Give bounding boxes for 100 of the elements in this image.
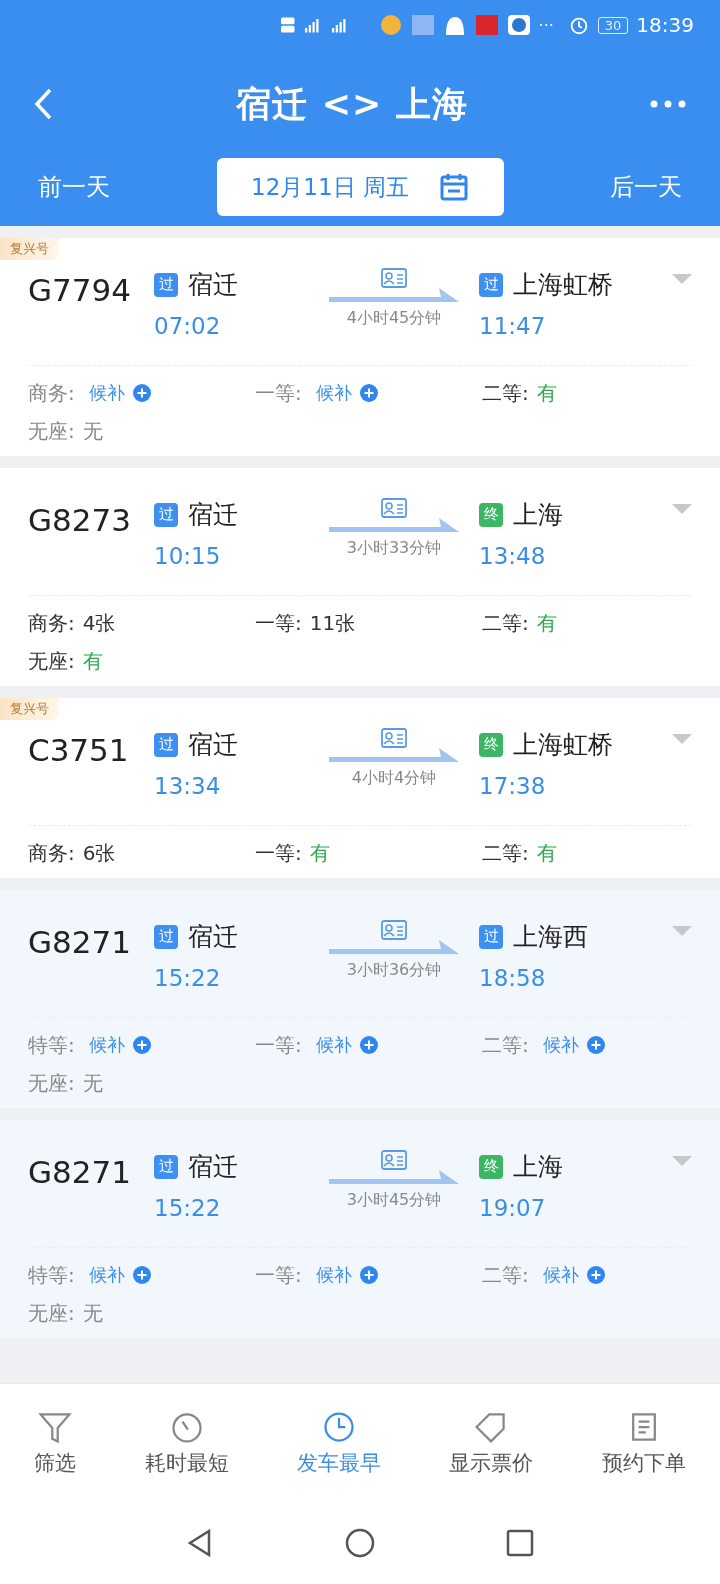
id-card-icon — [381, 728, 407, 748]
station-name: 宿迁 — [188, 1151, 238, 1183]
train-card[interactable]: 复兴号 G7794 过 宿迁 07:02 4小时45分钟 过 上海虹桥 11:47 商务: 候补 一等: 候补 二等: 有 无座: 无 — [0, 238, 720, 456]
add-icon[interactable] — [132, 384, 151, 402]
station-name: 上海虹桥 — [513, 729, 613, 761]
seat-class: 一等: — [255, 1031, 302, 1059]
back-icon[interactable] — [34, 87, 54, 121]
station-tag: 过 — [154, 502, 178, 527]
id-card-icon — [381, 268, 407, 288]
departure-time: 10:15 — [154, 543, 222, 569]
train-number: G8273 — [28, 502, 132, 538]
calendar-icon — [438, 172, 469, 202]
more-notifications: ··· — [538, 15, 554, 35]
add-icon[interactable] — [359, 1036, 378, 1054]
more-icon[interactable] — [650, 100, 686, 108]
seat-class: 特等: — [28, 1261, 75, 1289]
seat-availability: 无 — [82, 1069, 103, 1097]
square-app-icon — [410, 13, 435, 37]
train-number: G7794 — [28, 272, 132, 308]
home-nav-icon[interactable] — [345, 1528, 375, 1558]
add-icon[interactable] — [586, 1266, 605, 1284]
seat-availability: 候补 — [315, 381, 352, 405]
sort-filter-button[interactable]: 筛选 — [28, 1408, 83, 1478]
departure-time: 13:34 — [154, 773, 222, 799]
station-tag: 终 — [479, 502, 503, 527]
duration: 4小时45分钟 — [346, 308, 442, 329]
id-card-icon — [381, 1150, 407, 1170]
add-icon[interactable] — [359, 1266, 378, 1284]
seat-class: 商务: — [28, 609, 75, 637]
seat-availability: 有 — [536, 609, 557, 637]
sort-filter-button[interactable]: 预约下单 — [595, 1408, 692, 1478]
seat-class: 二等: — [482, 609, 529, 637]
station-name: 上海 — [513, 499, 563, 531]
train-type-tag: 复兴号 — [0, 698, 59, 720]
train-number: G8271 — [28, 1154, 132, 1190]
seat-class: 一等: — [255, 609, 302, 637]
seat-class: 二等: — [482, 1261, 529, 1289]
train-number: C3751 — [28, 732, 130, 768]
seat-class: 商务: — [28, 839, 75, 867]
train-card[interactable]: G8271 过 宿迁 15:22 3小时36分钟 过 上海西 18:58 特等: 候补 一等: 候补 二等: 候补 无座: 无 — [0, 890, 720, 1108]
add-icon[interactable] — [132, 1266, 151, 1284]
seat-availability: 候补 — [88, 1033, 125, 1057]
station-tag: 终 — [479, 1154, 503, 1179]
station-name: 宿迁 — [188, 729, 238, 761]
seat-class: 特等: — [28, 1031, 75, 1059]
add-icon[interactable] — [359, 384, 378, 402]
station-tag: 终 — [479, 732, 503, 757]
seat-availability: 有 — [309, 839, 330, 867]
duration: 3小时45分钟 — [346, 1190, 442, 1211]
station-tag: 过 — [479, 924, 503, 949]
duration: 3小时36分钟 — [346, 960, 442, 981]
station-tag: 过 — [154, 1154, 178, 1179]
station-name: 上海 — [513, 1151, 563, 1183]
train-card[interactable]: G8271 过 宿迁 15:22 3小时45分钟 终 上海 19:07 特等: 候补 一等: 候补 二等: 候补 无座: 无 — [0, 1120, 720, 1338]
station-name: 宿迁 — [188, 499, 238, 531]
seat-availability: 候补 — [542, 1263, 579, 1287]
station-tag: 过 — [154, 924, 178, 949]
sort-filter-button[interactable]: 耗时最短 — [138, 1408, 235, 1478]
station-name: 上海虹桥 — [513, 269, 613, 301]
seat-availability: 候补 — [315, 1263, 352, 1287]
battery-level: 30 — [597, 16, 629, 34]
seat-availability: 6张 — [82, 839, 116, 867]
seat-class: 无座: — [28, 417, 75, 445]
seat-class: 一等: — [255, 379, 302, 407]
arrival-time: 13:48 — [479, 543, 547, 569]
sort-filter-button[interactable]: 显示票价 — [443, 1408, 540, 1478]
station-name: 上海西 — [513, 921, 588, 953]
seat-availability: 有 — [536, 839, 557, 867]
seat-availability: 无 — [82, 1299, 103, 1327]
seat-availability: 4张 — [82, 609, 116, 637]
arrival-time: 18:58 — [479, 965, 547, 991]
seat-availability: 有 — [536, 379, 557, 407]
seat-class: 二等: — [482, 1031, 529, 1059]
arrival-time: 17:38 — [479, 773, 547, 799]
duration: 4小时4分钟 — [351, 768, 437, 789]
add-icon[interactable] — [132, 1036, 151, 1054]
arrival-time: 19:07 — [479, 1195, 547, 1221]
train-card[interactable]: 复兴号 C3751 过 宿迁 13:34 4小时4分钟 终 上海虹桥 17:38 商务: 6张 一等: 有 二等: 有 — [0, 698, 720, 878]
seat-availability: 有 — [82, 647, 103, 675]
seat-availability: 候补 — [88, 1263, 125, 1287]
departure-time: 15:22 — [154, 1195, 222, 1221]
station-name: 宿迁 — [188, 269, 238, 301]
seat-availability: 候补 — [88, 381, 125, 405]
station-tag: 过 — [154, 272, 178, 297]
seat-availability: 11张 — [309, 609, 356, 637]
train-number: G8271 — [28, 924, 132, 960]
id-card-icon — [381, 498, 407, 518]
seat-class: 无座: — [28, 1299, 75, 1327]
date-picker[interactable]: 12月11日 周五 — [216, 158, 504, 216]
route-title: 宿迁 <> 上海 — [236, 82, 468, 126]
seat-availability: 候补 — [315, 1033, 352, 1057]
recents-nav-icon[interactable] — [505, 1528, 535, 1558]
add-icon[interactable] — [586, 1036, 605, 1054]
seat-availability: 候补 — [542, 1033, 579, 1057]
seat-class: 商务: — [28, 379, 75, 407]
train-type-tag: 复兴号 — [0, 238, 59, 260]
seat-class: 无座: — [28, 1069, 75, 1097]
train-card[interactable]: G8273 过 宿迁 10:15 3小时33分钟 终 上海 13:48 商务: 4张 一等: 11张 二等: 有 无座: 有 — [0, 468, 720, 686]
id-card-icon — [381, 920, 407, 940]
circle-app-icon — [378, 13, 403, 37]
